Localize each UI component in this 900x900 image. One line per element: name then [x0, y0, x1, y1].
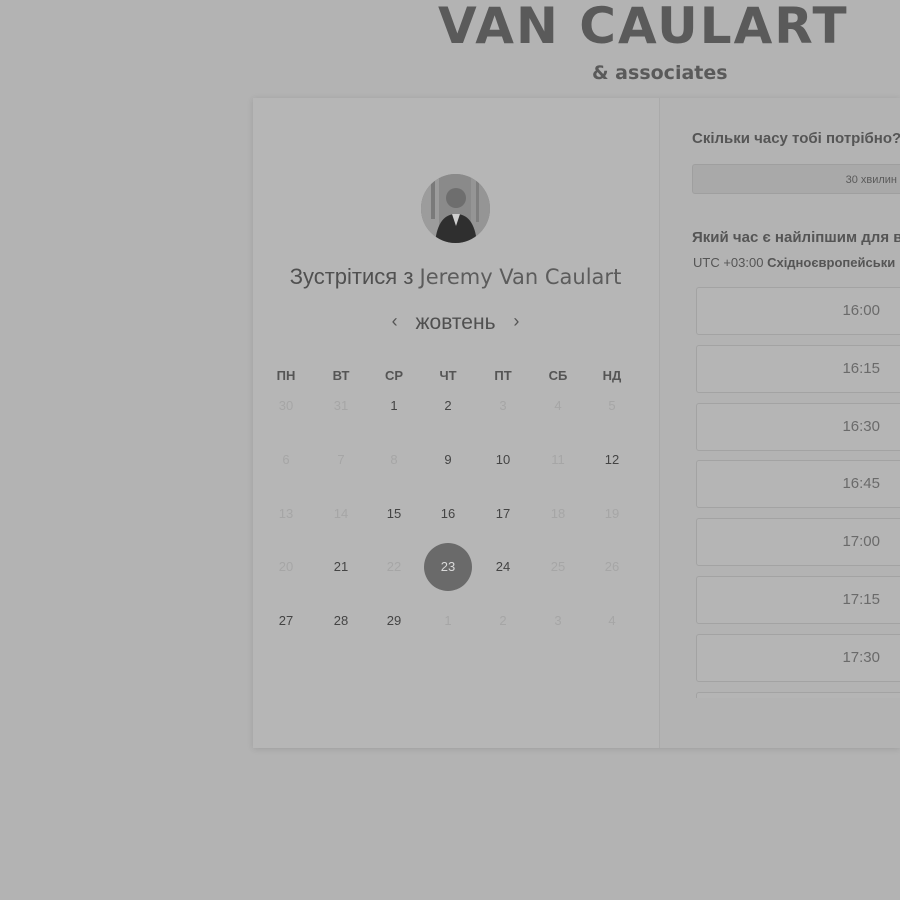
time-slot-button[interactable]: 16:45: [696, 460, 900, 509]
time-slot-button[interactable]: [696, 691, 900, 698]
calendar-day: 30: [278, 398, 294, 413]
calendar-day: 4: [554, 398, 562, 413]
duration-option-button[interactable]: 30 хвилин: [692, 164, 900, 194]
calendar-day: 3: [554, 613, 562, 628]
calendar-day: 11: [551, 452, 565, 467]
calendar-day: 13: [278, 506, 294, 521]
calendar-day[interactable]: 29: [370, 597, 418, 645]
time-question: Який час є найліпшим для в: [692, 229, 900, 246]
calendar-day: 5: [608, 398, 616, 413]
calendar-day[interactable]: 27: [262, 597, 310, 645]
calendar-day: 20: [278, 559, 294, 574]
time-slot-button[interactable]: 17:00: [696, 518, 900, 567]
calendar-day[interactable]: 12: [588, 436, 636, 484]
calendar-day: 25: [550, 559, 566, 574]
calendar-day: 26: [604, 559, 620, 574]
time-slot-button[interactable]: 16:15: [696, 344, 900, 393]
booking-card: Зустрітися з Jeremy Van Caulart ‹ жовтен…: [253, 98, 900, 748]
calendar-day[interactable]: 10: [479, 436, 527, 484]
time-panel: Скільки часу тобі потрібно? 30 хвилин Як…: [659, 98, 900, 748]
timezone-name: Східноєвропейськи: [767, 255, 896, 270]
calendar-day: 4: [608, 613, 616, 628]
calendar-day-selected[interactable]: 23: [424, 543, 472, 591]
calendar-day: 8: [390, 452, 398, 467]
calendar-day: 14: [333, 506, 349, 521]
calendar-day[interactable]: 17: [479, 490, 527, 538]
duration-question: Скільки часу тобі потрібно?: [692, 130, 900, 147]
calendar-day[interactable]: 1: [370, 382, 418, 430]
calendar-day: 7: [337, 452, 345, 467]
calendar-day[interactable]: 2: [424, 382, 472, 430]
brand-tagline: & associates: [592, 62, 728, 84]
calendar-grid: 30 31 1 2 3 4 5 6 7 8 9 10 11 12 13 14 15 16 17 18 19 20 21 22 2…: [253, 98, 658, 748]
calendar-day: 2: [499, 613, 507, 628]
calendar-day: 22: [386, 559, 402, 574]
timezone-label[interactable]: UTC +03:00 Східноєвропейськи: [693, 255, 895, 270]
calendar-day: 31: [333, 398, 349, 413]
calendar-day: 1: [444, 613, 452, 628]
calendar-day: 19: [604, 506, 620, 521]
calendar-day[interactable]: 16: [424, 490, 472, 538]
brand-name: VAN CAULART: [438, 0, 849, 55]
time-slot-button[interactable]: 16:30: [696, 402, 900, 451]
time-slot-button[interactable]: 17:15: [696, 576, 900, 624]
calendar-panel: Зустрітися з Jeremy Van Caulart ‹ жовтен…: [253, 98, 658, 748]
calendar-day: 3: [499, 398, 507, 413]
time-slot-button[interactable]: 17:30: [696, 633, 900, 682]
calendar-day[interactable]: 28: [317, 597, 365, 645]
calendar-day[interactable]: 21: [317, 543, 365, 591]
timezone-offset: UTC +03:00: [693, 255, 764, 270]
calendar-day[interactable]: 15: [370, 490, 418, 538]
calendar-day[interactable]: 9: [424, 436, 472, 484]
time-slot-list: 16:00 16:15 16:30 16:45 17:00 17:15 17:30: [696, 287, 900, 698]
calendar-day[interactable]: 24: [479, 543, 527, 591]
calendar-day: 18: [550, 506, 566, 521]
time-slot-button[interactable]: 16:00: [696, 287, 900, 335]
calendar-day: 6: [282, 452, 290, 467]
